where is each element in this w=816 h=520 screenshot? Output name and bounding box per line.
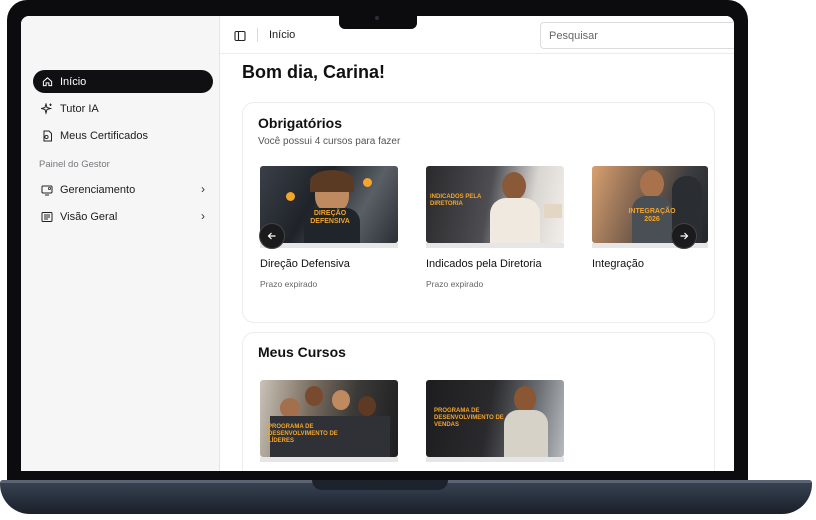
section-title: Meus Cursos — [258, 344, 346, 360]
breadcrumb[interactable]: Início — [269, 29, 295, 41]
sidebar-item-visao-geral[interactable]: Visão Geral › — [33, 205, 213, 228]
chevron-right-icon: › — [201, 182, 205, 196]
section-title: Obrigatórios — [258, 115, 343, 131]
certificate-icon — [41, 130, 53, 142]
camera-notch — [339, 12, 417, 29]
sidebar: Início Tutor IA Meus Certificados Painel… — [21, 16, 220, 471]
course-title: Indicados pela Diretoria — [426, 258, 542, 270]
course-status: Prazo expirado — [426, 279, 484, 289]
course-title: Direção Defensiva — [260, 258, 350, 270]
course-thumbnail: Programa de Desenvolvimento de Líderes — [260, 380, 398, 457]
sidebar-item-gerenciamento[interactable]: Gerenciamento › — [33, 178, 213, 201]
course-thumbnail: Programa de Desenvolvimento de Vendas — [426, 380, 564, 457]
thumbnail-text: Programa de Desenvolvimento de Vendas — [434, 408, 504, 428]
sidebar-item-inicio[interactable]: Início — [33, 70, 213, 93]
newspaper-icon — [41, 211, 53, 223]
course-status: Prazo expirado — [260, 279, 318, 289]
progress-track — [260, 457, 398, 462]
thumbnail-text: Direção Defensiva — [310, 210, 350, 225]
sidebar-item-label: Meus Certificados — [60, 129, 149, 142]
sidebar-item-label: Início — [60, 75, 87, 88]
sidebar-item-label: Gerenciamento — [60, 183, 136, 196]
laptop-screen: Início Tutor IA Meus Certificados Painel… — [21, 16, 734, 471]
thumbnail-text: Indicados pela Diretoria — [430, 194, 482, 207]
course-title: Integração — [592, 258, 644, 270]
top-bar: Início — [220, 16, 734, 54]
sidebar-item-tutor-ia[interactable]: Tutor IA — [33, 97, 213, 120]
course-card[interactable]: Indicados pela Diretoria Indicados pela … — [426, 166, 564, 289]
progress-track — [426, 457, 564, 462]
sidebar-toggle-icon[interactable] — [234, 29, 246, 42]
monitor-settings-icon — [41, 184, 53, 196]
sidebar-item-certificados[interactable]: Meus Certificados — [33, 124, 213, 147]
section-subtitle: Você possui 4 cursos para fazer — [258, 136, 401, 147]
search-input[interactable] — [540, 22, 734, 49]
sparkles-icon — [41, 102, 53, 115]
course-card[interactable]: Programa de Desenvolvimento de Vendas — [426, 380, 564, 462]
thumbnail-text: Programa de Desenvolvimento de Líderes — [268, 424, 338, 444]
manager-section-label: Painel do Gestor — [39, 159, 110, 170]
sidebar-item-label: Visão Geral — [60, 210, 118, 223]
thumbnail-text: Integração 2026 — [628, 208, 676, 223]
course-card[interactable]: Programa de Desenvolvimento de Líderes — [260, 380, 398, 462]
course-thumbnail: Indicados pela Diretoria — [426, 166, 564, 243]
course-card[interactable]: Integração 2026 Integração — [592, 166, 708, 270]
my-courses-card: Meus Cursos Programa de Desenvolvimento … — [242, 332, 715, 471]
home-icon — [41, 76, 53, 88]
arrow-left-icon — [267, 232, 276, 240]
sidebar-item-label: Tutor IA — [60, 102, 99, 115]
chevron-right-icon: › — [201, 209, 205, 223]
required-courses-card: Obrigatórios Você possui 4 cursos para f… — [242, 102, 715, 323]
laptop-base-notch — [312, 480, 448, 490]
page-title: Bom dia, Carina! — [242, 62, 386, 82]
carousel-prev-button[interactable] — [259, 223, 285, 249]
carousel-next-button[interactable] — [671, 223, 697, 249]
arrow-right-icon — [680, 232, 689, 240]
toolbar-divider — [257, 28, 258, 42]
camera-icon — [375, 16, 379, 20]
progress-track — [426, 243, 564, 248]
